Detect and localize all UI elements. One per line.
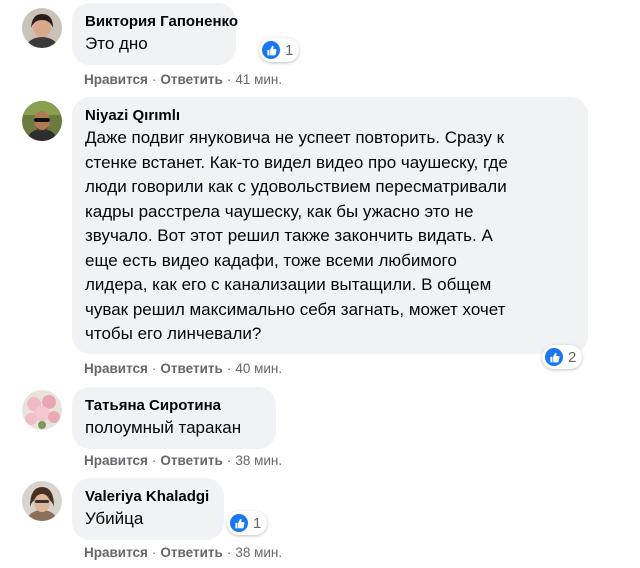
comment-bubble: Виктория Гапоненко Это дно (72, 3, 238, 65)
like-button[interactable]: Нравится (84, 545, 148, 560)
like-button[interactable]: Нравится (84, 72, 148, 87)
comment-bubble: Niyazi Qırımlı Даже подвиг януковича не … (72, 97, 588, 354)
reaction-count: 1 (285, 41, 294, 59)
separator: · (226, 545, 232, 560)
avatar[interactable] (22, 481, 62, 521)
separator: · (151, 72, 157, 87)
like-icon (230, 514, 248, 532)
comment-actions: Нравится · Ответить · 38 мин. (84, 545, 282, 560)
avatar[interactable] (22, 101, 62, 141)
reply-button[interactable]: Ответить (160, 453, 222, 468)
comment-actions: Нравится · Ответить · 40 мин. (84, 361, 282, 376)
comment-text: полоумный таракан (85, 418, 242, 437)
comment-bubble: Татьяна Сиротина полоумный таракан (72, 387, 276, 449)
comment-text: Убийца (85, 509, 144, 528)
comment-timestamp[interactable]: 38 мин. (235, 453, 282, 468)
like-button[interactable]: Нравится (84, 453, 148, 468)
comment-actions: Нравится · Ответить · 41 мин. (84, 72, 282, 87)
avatar[interactable] (22, 390, 62, 430)
comment-timestamp[interactable]: 38 мин. (235, 545, 282, 560)
comment-author[interactable]: Виктория Гапоненко (85, 12, 238, 32)
comment-text: Даже подвиг януковича не успеет повторит… (85, 128, 508, 343)
like-icon (262, 41, 280, 59)
comment-bubble: Valeriya Khaladgi Убийца (72, 478, 224, 540)
avatar-photo-icon (22, 101, 62, 141)
separator: · (226, 453, 232, 468)
comment-author[interactable]: Niyazi Qırımlı (85, 106, 574, 126)
separator: · (151, 545, 157, 560)
separator: · (226, 72, 232, 87)
reply-button[interactable]: Ответить (160, 361, 222, 376)
comment-actions: Нравится · Ответить · 38 мин. (84, 453, 282, 468)
separator: · (151, 453, 157, 468)
like-button[interactable]: Нравится (84, 361, 148, 376)
reaction-count: 1 (253, 514, 262, 532)
separator: · (151, 361, 157, 376)
comment-author[interactable]: Татьяна Сиротина (85, 396, 262, 416)
avatar-photo-icon (22, 481, 62, 521)
like-icon (545, 348, 563, 366)
reply-button[interactable]: Ответить (160, 72, 222, 87)
comment-author[interactable]: Valeriya Khaladgi (85, 487, 210, 507)
avatar-photo-icon (22, 8, 62, 48)
reaction-count-badge[interactable]: 1 (259, 38, 300, 62)
reaction-count-badge[interactable]: 1 (227, 511, 268, 535)
separator: · (226, 361, 232, 376)
avatar[interactable] (22, 8, 62, 48)
reaction-count: 2 (568, 348, 577, 366)
comment-timestamp[interactable]: 41 мин. (235, 72, 282, 87)
avatar-photo-icon (22, 390, 62, 430)
comment-text: Это дно (85, 34, 148, 53)
comment-timestamp[interactable]: 40 мин. (235, 361, 282, 376)
reaction-count-badge[interactable]: 2 (542, 345, 583, 369)
reply-button[interactable]: Ответить (160, 545, 222, 560)
